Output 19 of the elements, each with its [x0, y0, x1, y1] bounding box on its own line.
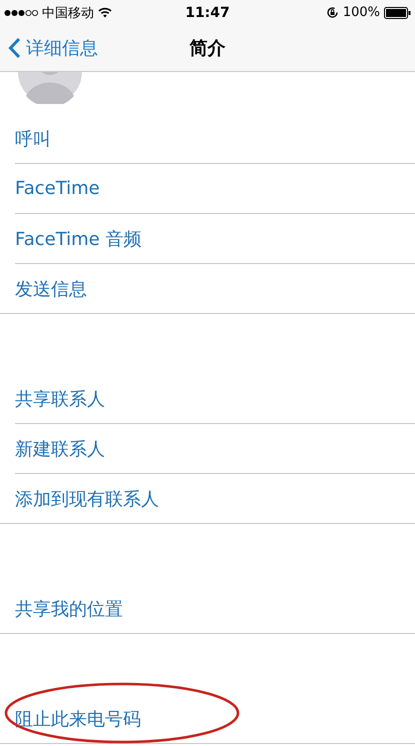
action-link[interactable]: 新建联系人	[15, 436, 105, 460]
status-time: 11:47	[185, 4, 230, 20]
action-link[interactable]: 发送信息	[15, 276, 87, 300]
screen-title: 简介	[190, 37, 226, 60]
battery-icon	[384, 6, 411, 18]
back-chevron-icon	[8, 37, 21, 59]
back-label[interactable]: 详细信息	[26, 36, 98, 60]
action-link[interactable]: 呼叫	[15, 126, 51, 150]
back-button[interactable]: 详细信息	[8, 25, 98, 71]
battery-percent: 100%	[342, 5, 380, 20]
action-link[interactable]: 共享我的位置	[15, 596, 123, 620]
action-link[interactable]: FaceTime	[15, 178, 100, 199]
wifi-icon	[98, 7, 112, 18]
action-link[interactable]: FaceTime 音频	[15, 226, 142, 250]
action-link[interactable]: 共享联系人	[15, 386, 105, 410]
signal-icon	[4, 8, 38, 16]
rotation-lock-icon	[326, 6, 339, 19]
action-link[interactable]: 添加到现有联系人	[15, 486, 159, 510]
carrier-name: 中国移动	[42, 4, 94, 22]
